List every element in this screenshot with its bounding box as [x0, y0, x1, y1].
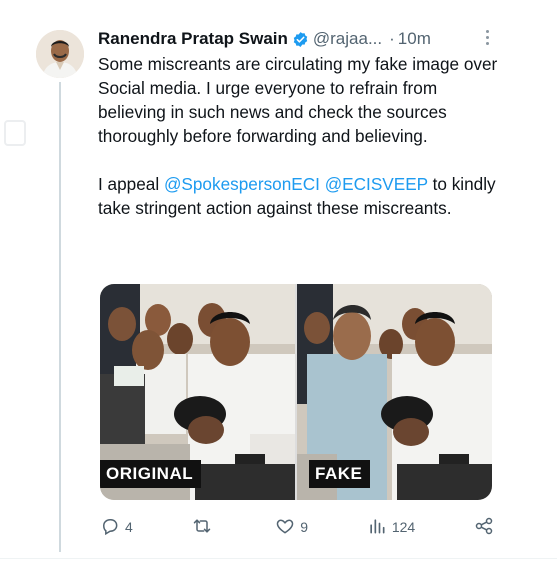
share-button[interactable]	[474, 516, 494, 539]
tweet-media[interactable]: ORIGINAL FAKE	[100, 284, 492, 500]
tweet-actions: 4 9 124	[100, 515, 494, 539]
views-count: 124	[391, 519, 416, 535]
separator-dot: ·	[389, 29, 395, 48]
tweet-text: Some miscreants are circulating my fake …	[98, 52, 498, 220]
author-name[interactable]: Ranendra Pratap Swain	[98, 29, 288, 49]
reply-count: 4	[125, 519, 133, 535]
retweet-button[interactable]	[192, 516, 217, 539]
tweet-time[interactable]: 10m	[398, 29, 431, 49]
divider	[0, 558, 557, 559]
thread-line	[59, 82, 61, 552]
reply-icon	[100, 516, 120, 539]
tweet-header: Ranendra Pratap Swain @rajaa... · 10m	[98, 28, 504, 50]
background-icon	[4, 120, 26, 146]
verified-badge-icon	[292, 31, 309, 48]
views-button[interactable]: 124	[367, 516, 415, 539]
retweet-icon	[192, 516, 212, 539]
reply-button[interactable]: 4	[100, 516, 133, 539]
views-icon	[367, 516, 387, 539]
paragraph-2-start: I appeal	[98, 174, 164, 194]
avatar[interactable]	[36, 30, 84, 78]
mention-spokespersoneci[interactable]: @SpokespersonECI	[164, 174, 320, 194]
share-icon	[474, 516, 494, 539]
like-count: 9	[300, 519, 309, 535]
original-label: ORIGINAL	[100, 460, 202, 488]
author-handle[interactable]: @rajaa...	[313, 29, 382, 49]
tweet-paragraph-1: Some miscreants are circulating my fake …	[98, 54, 498, 146]
original-photo[interactable]: ORIGINAL	[100, 284, 295, 500]
like-button[interactable]: 9	[275, 516, 308, 539]
like-icon	[275, 516, 295, 539]
mention-ecisveep[interactable]: @ECISVEEP	[325, 174, 428, 194]
fake-photo[interactable]: FAKE	[297, 284, 492, 500]
tweet-paragraph-2: I appeal @SpokespersonECI @ECISVEEP to k…	[98, 172, 498, 220]
more-icon[interactable]	[486, 30, 490, 48]
fake-label: FAKE	[309, 460, 371, 488]
